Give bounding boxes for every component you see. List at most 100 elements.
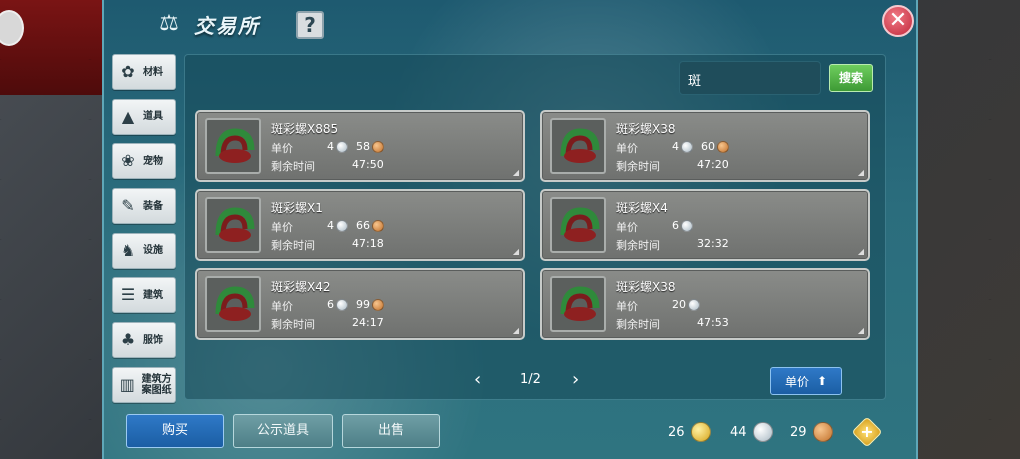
sidebar-item-clothing[interactable]: ♣ 服饰 — [112, 322, 176, 359]
silver-coin-icon — [336, 298, 348, 311]
time-left-label: 剩余时间 — [271, 239, 315, 252]
prev-page-button[interactable]: ‹ — [474, 369, 481, 390]
sidebar-item-label: 建筑 — [143, 289, 163, 301]
silver-coin-icon — [336, 140, 348, 153]
corner-marker-icon: ◢ — [857, 326, 864, 335]
sidebar-item-props[interactable]: ▲ 道具 — [112, 98, 176, 135]
copper-amount: 29 — [790, 424, 807, 440]
tab-public-items[interactable]: 公示道具 — [233, 414, 333, 448]
silver-coin-icon — [336, 219, 348, 232]
price-value: 20 — [672, 298, 700, 311]
snail-icon — [215, 286, 255, 321]
listing-card[interactable]: 斑彩螺X38 单价 20 剩余时间 47:53 ◢ — [540, 268, 870, 340]
item-thumbnail — [205, 118, 261, 174]
materials-icon: ✿ — [121, 62, 135, 81]
clothing-icon: ♣ — [120, 330, 136, 350]
corner-marker-icon: ◢ — [512, 326, 519, 335]
sidebar-item-materials[interactable]: ✿ 材料 — [112, 54, 176, 90]
price-label: 单价 — [271, 221, 293, 234]
item-name: 斑彩螺X38 — [616, 280, 676, 294]
tab-sell[interactable]: 出售 — [342, 414, 440, 448]
search-input[interactable]: 斑 — [679, 61, 821, 95]
silver-amount: 6 — [672, 219, 679, 232]
item-thumbnail — [550, 118, 606, 174]
sidebar-item-pets[interactable]: ❀ 宠物 — [112, 143, 176, 180]
sidebar-item-label: 装备 — [143, 200, 163, 212]
sort-arrow-icon: ⬆ — [816, 374, 828, 388]
facility-icon: ♞ — [120, 240, 136, 260]
copper-amount: 99 — [356, 298, 370, 311]
listing-card[interactable]: 斑彩螺X4 单价 6 剩余时间 32:32 ◢ — [540, 189, 870, 261]
tab-buy[interactable]: 购买 — [126, 414, 224, 448]
price-value: 4 60 — [672, 140, 729, 153]
search-button[interactable]: 搜索 — [829, 64, 873, 92]
sidebar-item-blueprints[interactable]: ▥ 建筑方案图纸 — [112, 366, 176, 403]
listing-card[interactable]: 斑彩螺X1 单价 4 66 剩余时间 47:18 ◢ — [195, 189, 525, 261]
listing-card[interactable]: 斑彩螺X42 单价 6 99 剩余时间 24:17 ◢ — [195, 268, 525, 340]
corner-marker-icon: ◢ — [857, 168, 864, 177]
title-bar: ⚖ 交易所 ? ✕ — [104, 0, 916, 48]
pet-icon: ❀ — [121, 151, 135, 171]
window-title: 交易所 — [194, 14, 260, 38]
item-name: 斑彩螺X4 — [616, 201, 668, 215]
gold-amount: 26 — [668, 424, 685, 440]
next-page-button[interactable]: › — [572, 369, 579, 390]
help-button[interactable]: ? — [296, 11, 324, 39]
snail-icon — [215, 128, 255, 163]
item-thumbnail — [205, 197, 261, 253]
silver-amount: 4 — [327, 219, 334, 232]
item-name: 斑彩螺X885 — [271, 122, 339, 136]
listing-card[interactable]: 斑彩螺X38 单价 4 60 剩余时间 47:20 ◢ — [540, 110, 870, 182]
item-name: 斑彩螺X1 — [271, 201, 323, 215]
item-name: 斑彩螺X42 — [271, 280, 331, 294]
sidebar-item-label: 宠物 — [143, 155, 163, 167]
time-left-label: 剩余时间 — [271, 160, 315, 173]
price-label: 单价 — [616, 221, 638, 234]
copper-coin-icon — [372, 219, 384, 232]
copper-coin-icon — [372, 298, 384, 311]
sidebar-item-facilities[interactable]: ♞ 设施 — [112, 232, 176, 269]
silver-amount: 6 — [327, 298, 334, 311]
sidebar-item-buildings[interactable]: ☰ 建筑 — [112, 277, 176, 314]
sidebar-item-label: 建筑方案图纸 — [141, 373, 172, 396]
copper-coin-icon — [372, 140, 384, 153]
sidebar-item-label: 设施 — [143, 245, 163, 257]
corner-marker-icon: ◢ — [857, 247, 864, 256]
time-left-label: 剩余时间 — [616, 160, 660, 173]
price-label: 单价 — [271, 142, 293, 155]
price-value: 4 58 — [327, 140, 384, 153]
item-thumbnail — [550, 276, 606, 332]
equipment-icon: ✎ — [121, 196, 135, 216]
props-icon: ▲ — [121, 106, 135, 126]
listing-card[interactable]: 斑彩螺X885 单价 4 58 剩余时间 47:50 ◢ — [195, 110, 525, 182]
sidebar-item-label: 服饰 — [143, 334, 163, 346]
sort-by-price-button[interactable]: 单价 ⬆ — [770, 367, 842, 395]
sidebar-item-label: 道具 — [143, 111, 163, 123]
time-left-label: 剩余时间 — [271, 318, 315, 331]
time-left-label: 剩余时间 — [616, 239, 660, 252]
scales-icon: ⚖ — [159, 11, 179, 36]
page-indicator: 1/2 — [520, 372, 541, 387]
copper-coin-icon — [812, 422, 833, 442]
gold-balance: 26 — [668, 422, 711, 442]
price-value: 4 66 — [327, 219, 384, 232]
snail-icon — [215, 207, 255, 242]
plus-icon: + — [860, 422, 874, 441]
silver-coin-icon — [681, 219, 693, 232]
sidebar-item-equipment[interactable]: ✎ 装备 — [112, 188, 176, 225]
silver-amount: 4 — [327, 140, 334, 153]
time-left-value: 24:17 — [352, 316, 384, 329]
price-value: 6 99 — [327, 298, 384, 311]
silver-coin-icon — [752, 422, 773, 442]
silver-balance: 44 — [730, 422, 773, 442]
gold-coin-icon — [690, 422, 711, 442]
silver-coin-icon — [688, 298, 700, 311]
close-button[interactable]: ✕ — [882, 5, 914, 37]
item-thumbnail — [550, 197, 606, 253]
corner-marker-icon: ◢ — [512, 247, 519, 256]
snail-icon — [560, 207, 600, 242]
silver-amount: 44 — [730, 424, 747, 440]
blueprint-icon: ▥ — [119, 374, 135, 394]
copper-balance: 29 — [790, 422, 833, 442]
time-left-value: 47:20 — [697, 158, 729, 171]
